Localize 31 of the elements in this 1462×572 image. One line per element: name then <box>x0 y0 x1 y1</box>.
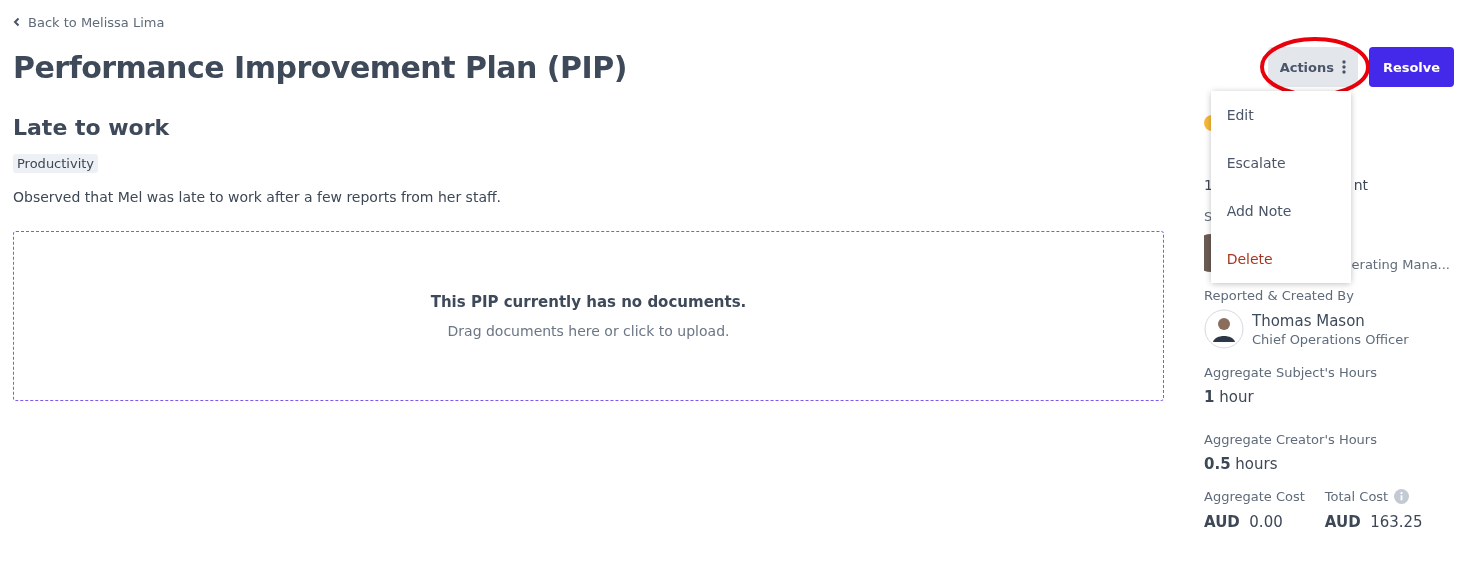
field-label: Reported & Created By <box>1204 288 1354 303</box>
menu-item[interactable]: Add Note <box>1210 187 1351 235</box>
back-link[interactable]: Back to Melissa Lima <box>13 14 165 30</box>
status-text: nt <box>1353 177 1368 193</box>
actions-button[interactable]: Actions <box>1267 47 1358 87</box>
category-tag: Productivity <box>13 154 99 173</box>
upload-hint: Drag documents here or click to upload. <box>447 323 730 339</box>
field-value: AUD 0.00 <box>1204 513 1284 531</box>
upload-dropzone[interactable]: This PIP currently has no documents. Drag documents here or click to upload. <box>13 231 1164 401</box>
incident-description: Observed that Mel was late to work after a few reports from her staff. <box>13 189 502 205</box>
field-label: Aggregate Cost <box>1204 489 1305 504</box>
menu-item[interactable]: Escalate <box>1210 139 1351 187</box>
field-value: 0.5 hours <box>1204 455 1278 473</box>
field-value: 1 hour <box>1204 388 1254 406</box>
incident-heading: Late to work <box>13 115 170 140</box>
field-label: Aggregate Creator's Hours <box>1204 432 1377 447</box>
menu-item[interactable]: Delete <box>1210 235 1351 283</box>
person-role: erating Mana... <box>1351 257 1450 272</box>
field-label: S <box>1204 209 1213 224</box>
person-role: Chief Operations Officer <box>1252 331 1409 347</box>
info-icon <box>1394 489 1410 504</box>
empty-title: This PIP currently has no documents. <box>430 293 747 311</box>
person-name: Thomas Mason <box>1252 311 1366 330</box>
field-label: Aggregate Subject's Hours <box>1204 365 1378 380</box>
field-value: AUD 163.25 <box>1324 513 1423 531</box>
menu-item[interactable]: Edit <box>1210 91 1351 139</box>
resolve-button[interactable]: Resolve <box>1369 47 1454 87</box>
chevron-left-icon <box>13 17 20 27</box>
more-vertical-icon <box>1342 60 1346 74</box>
page-title: Performance Improvement Plan (PIP) <box>13 49 627 85</box>
field-label: Total Cost <box>1324 489 1389 504</box>
